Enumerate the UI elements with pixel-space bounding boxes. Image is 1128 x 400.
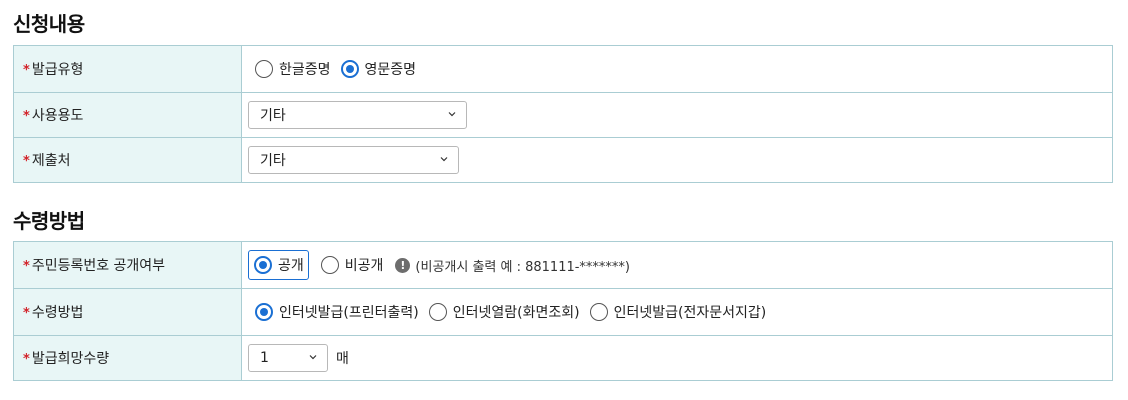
label-cell: * 주민등록번호 공개여부 — [13, 241, 242, 289]
nondisclosure-note: (비공개시 출력 예 : 881111-*******) — [415, 259, 630, 275]
value-cell: 한글증명 영문증명 — [241, 45, 1113, 93]
radio-circle-checked[interactable] — [340, 60, 359, 78]
required-mark: * — [23, 306, 30, 321]
quantity-label: 발급희망수량 — [31, 351, 110, 367]
required-mark: * — [23, 352, 30, 367]
value-cell: 1 매 — [241, 335, 1113, 381]
row-issue-type: * 발급유형 한글증명 영문증명 — [13, 45, 1113, 93]
chevron-down-icon — [440, 157, 448, 162]
section-title-application: 신청내용 — [13, 12, 85, 36]
usage-select-value: 기타 — [260, 108, 286, 124]
submit-to-select-value: 기타 — [260, 153, 286, 169]
label-cell: * 발급유형 — [13, 45, 242, 93]
issue-type-label: 발급유형 — [31, 62, 84, 78]
value-cell: 공개 비공개 ! (비공개시 출력 예 : 881111-*******) — [241, 241, 1113, 289]
section-title-receive-method: 수령방법 — [13, 209, 85, 233]
radio-korean-certificate[interactable]: 한글증명 — [255, 59, 331, 79]
radio-label: 영문증명 — [364, 62, 417, 78]
receive-form-table: * 주민등록번호 공개여부 공개 비공개 ! (비공개시 출력 예 : 88111… — [13, 241, 1113, 381]
radio-circle-checked[interactable] — [254, 256, 272, 274]
row-submit-to: * 제출처 기타 — [13, 137, 1113, 183]
required-mark: * — [23, 154, 30, 169]
label-cell: * 수령방법 — [13, 288, 242, 336]
application-form-table: * 발급유형 한글증명 영문증명 * 사용용도 기타 * 제출처 기타 — [13, 45, 1113, 183]
radio-circle[interactable] — [589, 303, 608, 321]
row-usage: * 사용용도 기타 — [13, 92, 1113, 138]
info-icon: ! — [395, 257, 411, 273]
radio-label: 비공개 — [344, 258, 384, 274]
row-rrn-disclosure: * 주민등록번호 공개여부 공개 비공개 ! (비공개시 출력 예 : 88111… — [13, 241, 1113, 289]
value-cell: 기타 — [241, 92, 1113, 138]
label-cell: * 사용용도 — [13, 92, 242, 138]
submit-to-select[interactable]: 기타 — [248, 146, 459, 174]
label-cell: * 제출처 — [13, 137, 242, 183]
usage-select[interactable]: 기타 — [248, 101, 467, 129]
required-mark: * — [23, 63, 30, 78]
quantity-select-value: 1 — [260, 350, 269, 366]
row-quantity: * 발급희망수량 1 매 — [13, 335, 1113, 381]
submit-to-label: 제출처 — [31, 153, 71, 169]
radio-internet-view[interactable]: 인터넷열람(화면조회) — [428, 302, 580, 322]
required-mark: * — [23, 109, 30, 124]
radio-english-certificate[interactable]: 영문증명 — [340, 59, 417, 79]
radio-internet-e-wallet[interactable]: 인터넷발급(전자문서지갑) — [589, 302, 767, 322]
label-cell: * 발급희망수량 — [13, 335, 242, 381]
radio-internet-print[interactable]: 인터넷발급(프린터출력) — [255, 302, 419, 322]
radio-circle-checked[interactable] — [255, 303, 273, 321]
receive-method-label: 수령방법 — [31, 305, 84, 321]
quantity-select[interactable]: 1 — [248, 344, 328, 372]
radio-label: 인터넷발급(전자문서지갑) — [613, 305, 767, 321]
value-cell: 기타 — [241, 137, 1113, 183]
required-mark: * — [23, 259, 30, 274]
rrn-disclosure-label: 주민등록번호 공개여부 — [31, 258, 166, 274]
radio-disclose[interactable]: 공개 — [248, 250, 309, 280]
usage-label: 사용용도 — [31, 108, 84, 124]
chevron-down-icon — [448, 112, 456, 117]
radio-circle[interactable] — [428, 303, 447, 321]
radio-label: 인터넷열람(화면조회) — [452, 305, 580, 321]
radio-nondisclose[interactable]: 비공개 — [320, 255, 384, 275]
value-cell: 인터넷발급(프린터출력) 인터넷열람(화면조회) 인터넷발급(전자문서지갑) — [241, 288, 1113, 336]
radio-circle[interactable] — [255, 60, 273, 78]
chevron-down-icon — [309, 355, 317, 360]
quantity-unit: 매 — [336, 351, 349, 367]
radio-circle[interactable] — [320, 256, 339, 274]
radio-label: 인터넷발급(프린터출력) — [279, 305, 419, 321]
radio-label: 공개 — [278, 258, 304, 274]
radio-label: 한글증명 — [279, 62, 331, 78]
row-receive-method: * 수령방법 인터넷발급(프린터출력) 인터넷열람(화면조회) 인터넷발급(전자문… — [13, 288, 1113, 336]
